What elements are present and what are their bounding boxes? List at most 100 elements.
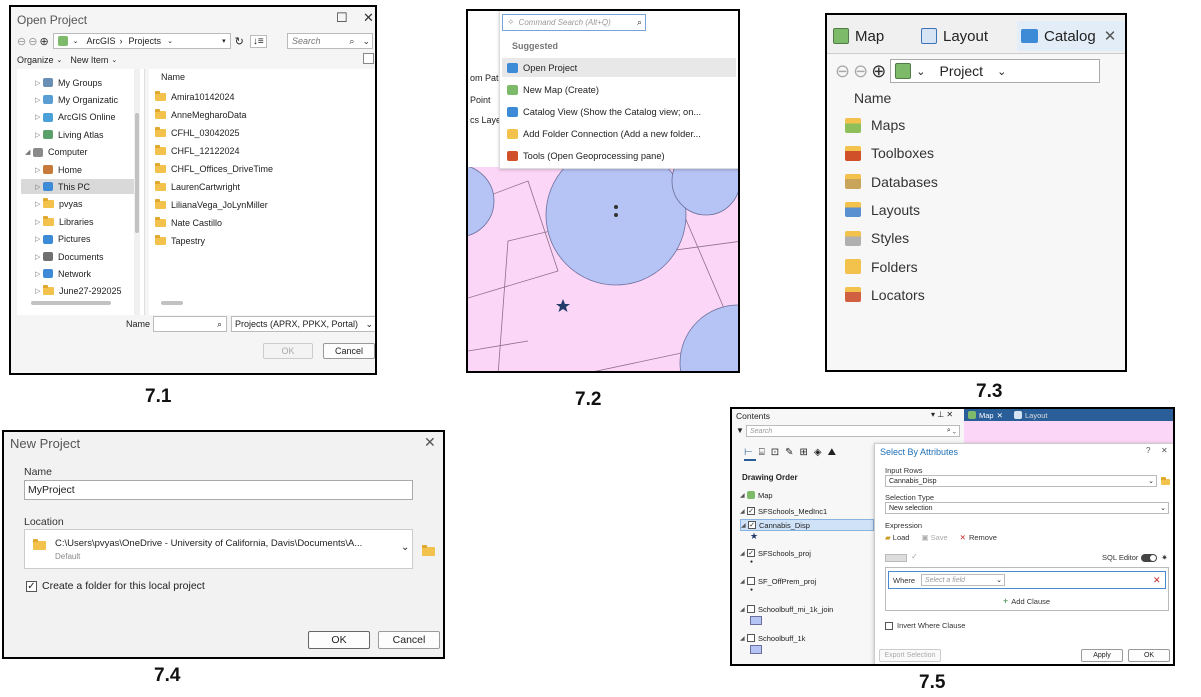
gear-icon[interactable]: ✷ xyxy=(1161,553,1167,562)
nav-item[interactable]: ▷ My Organizatic xyxy=(21,92,139,107)
chevron-down-icon[interactable]: ⌄ xyxy=(916,65,925,78)
pane-options-icon[interactable]: ▾ ⊥ ✕ xyxy=(931,410,953,419)
delete-clause-icon[interactable]: ✕ xyxy=(1153,575,1161,586)
up-icon[interactable]: ⊕ xyxy=(871,61,886,82)
close-icon[interactable]: ✕ xyxy=(1161,446,1168,455)
chevron-down-icon[interactable]: ⌄ xyxy=(362,36,370,47)
breadcrumb-arcgis[interactable]: ArcGIS xyxy=(87,36,116,46)
add-clause-button[interactable]: + Add Clause xyxy=(1003,596,1050,606)
expand-icon[interactable]: ◢ xyxy=(740,578,747,585)
contents-search-input[interactable]: Search ⌕ ⌄ xyxy=(746,425,960,437)
file-list-item[interactable]: CHFL_Offices_DriveTime xyxy=(155,161,273,176)
location-select[interactable]: C:\Users\pvyas\OneDrive - University of … xyxy=(24,529,413,569)
list-by-editing-icon[interactable]: ✎ xyxy=(785,447,793,458)
list-by-perspective-icon[interactable]: ⛰ xyxy=(828,447,836,458)
expand-icon[interactable]: ▷ xyxy=(35,218,43,226)
search-icon[interactable]: ⌕ xyxy=(637,17,642,28)
layer-visibility-checkbox[interactable] xyxy=(747,605,755,613)
ok-button[interactable]: OK xyxy=(263,343,313,359)
ok-button[interactable]: OK xyxy=(1128,649,1170,662)
list-by-source-icon[interactable]: ⌸ xyxy=(759,447,765,458)
expand-icon[interactable]: ▷ xyxy=(35,270,43,278)
list-by-labeling-icon[interactable]: ◈ xyxy=(814,447,822,458)
back-icon[interactable]: ⊖ xyxy=(835,61,850,82)
files-hscrollbar[interactable] xyxy=(151,299,375,306)
filter-icon[interactable]: ▼ xyxy=(736,426,744,435)
expand-icon[interactable]: ◢ xyxy=(740,492,747,499)
export-selection-button[interactable]: Export Selection xyxy=(879,649,941,662)
nav-item[interactable]: ▷ Pictures xyxy=(21,232,139,247)
expand-icon[interactable]: ▷ xyxy=(35,183,43,191)
cancel-button[interactable]: Cancel xyxy=(378,631,440,649)
view-toggle-icon[interactable] xyxy=(363,53,374,64)
command-suggestion-item[interactable]: Add Folder Connection (Add a new folder.… xyxy=(502,124,736,143)
catalog-item[interactable]: Locators xyxy=(845,284,925,306)
catalog-item[interactable]: Toolboxes xyxy=(845,142,934,164)
toggle-switch[interactable] xyxy=(1141,553,1158,562)
command-suggestion-item[interactable]: Tools (Open Geoprocessing pane) xyxy=(502,146,736,165)
nav-item[interactable]: ▷ pvyas xyxy=(21,197,139,212)
apply-button[interactable]: Apply xyxy=(1081,649,1123,662)
nav-item[interactable]: ▷ My Groups xyxy=(21,75,139,90)
close-icon[interactable]: ✕ xyxy=(424,434,436,451)
expand-icon[interactable]: ▷ xyxy=(35,235,43,243)
catalog-item[interactable]: Styles xyxy=(845,227,909,249)
organize-menu[interactable]: Organize xyxy=(17,55,54,65)
breadcrumb-projects[interactable]: Projects xyxy=(129,36,162,46)
expand-icon[interactable]: ▷ xyxy=(35,166,43,174)
layer-visibility-checkbox[interactable] xyxy=(747,634,755,642)
select-field-dropdown[interactable]: Select a field ⌄ xyxy=(921,574,1005,586)
tab-layout[interactable]: Layout xyxy=(921,23,988,49)
expression-mode-toggle[interactable] xyxy=(885,554,907,562)
nav-item[interactable]: ◢ Computer xyxy=(21,145,139,160)
nav-item[interactable]: ▷ Documents xyxy=(21,249,139,264)
tab-map[interactable]: Map ✕ xyxy=(968,409,1003,421)
nav-item[interactable]: ▷ June27-292025 xyxy=(21,284,139,299)
nav-scrollbar[interactable] xyxy=(134,69,140,315)
collapse-icon[interactable]: ◢ xyxy=(25,148,33,156)
expand-icon[interactable]: ▷ xyxy=(35,96,43,104)
list-by-snapping-icon[interactable]: ⊞ xyxy=(800,447,808,458)
load-icon[interactable]: ▰ xyxy=(885,533,891,542)
expand-icon[interactable]: ◢ xyxy=(741,522,748,529)
remove-button[interactable]: Remove xyxy=(969,533,997,542)
expand-icon[interactable]: ◢ xyxy=(740,635,747,642)
nav-item[interactable]: ▷ This PC xyxy=(21,179,139,195)
file-list-item[interactable]: LilianaVega_JoLynMiller xyxy=(155,197,268,212)
browse-folder-icon[interactable] xyxy=(422,545,435,556)
layer-visibility-checkbox[interactable]: ✓ xyxy=(747,507,755,515)
sort-icon[interactable]: ↓≡ xyxy=(249,34,267,48)
catalog-item[interactable]: Layouts xyxy=(845,199,920,221)
up-icon[interactable]: ⊕ xyxy=(39,35,48,48)
layer-item[interactable]: ◢ ✓ SFSchools_MedInc1 xyxy=(740,505,827,517)
close-icon[interactable]: ✕ xyxy=(363,10,374,26)
expand-icon[interactable]: ▷ xyxy=(35,113,43,121)
location-label[interactable]: Project xyxy=(940,63,984,79)
refresh-icon[interactable]: ↻ xyxy=(235,35,244,48)
command-suggestion-item[interactable]: Catalog View (Show the Catalog view; on.… xyxy=(502,102,736,121)
search-icon[interactable]: ⌕ ⌄ xyxy=(947,427,956,435)
back-icon[interactable]: ⊖ xyxy=(17,35,26,48)
nav-item[interactable]: ▷ ArcGIS Online xyxy=(21,110,139,125)
catalog-item[interactable]: Databases xyxy=(845,171,938,193)
input-rows-select[interactable]: Cannabis_Disp ⌄ xyxy=(885,475,1157,487)
selection-type-select[interactable]: New selection ⌄ xyxy=(885,502,1169,514)
search-input[interactable]: Search ⌕ ⌄ xyxy=(287,33,373,49)
forward-icon[interactable]: ⊖ xyxy=(28,35,37,48)
command-suggestion-item[interactable]: New Map (Create) xyxy=(502,80,736,99)
location-breadcrumb[interactable]: ⌄ ArcGIS › Projects ⌄ ▾ xyxy=(52,33,231,49)
project-name-input[interactable]: MyProject xyxy=(24,480,413,500)
chevron-down-icon[interactable]: ⌄ xyxy=(111,56,117,64)
layer-visibility-checkbox[interactable] xyxy=(747,577,755,585)
expand-icon[interactable]: ▷ xyxy=(35,253,43,261)
file-list-item[interactable]: AnneMegharoData xyxy=(155,107,247,122)
list-by-selection-icon[interactable]: ⊡ xyxy=(771,447,779,458)
layer-item[interactable]: ◢ Schoolbuff_mi_1k_join xyxy=(740,603,833,615)
close-icon[interactable]: ✕ xyxy=(1104,27,1117,45)
chevron-down-icon[interactable]: ⌄ xyxy=(997,65,1006,78)
file-list-item[interactable]: Nate Castillo xyxy=(155,215,222,230)
browse-folder-icon[interactable] xyxy=(1161,477,1170,485)
layer-item[interactable]: ◢ SF_OffPrem_proj xyxy=(740,575,816,587)
invert-checkbox[interactable] xyxy=(885,621,893,630)
tab-catalog[interactable]: Catalog ✕ xyxy=(1017,21,1125,51)
